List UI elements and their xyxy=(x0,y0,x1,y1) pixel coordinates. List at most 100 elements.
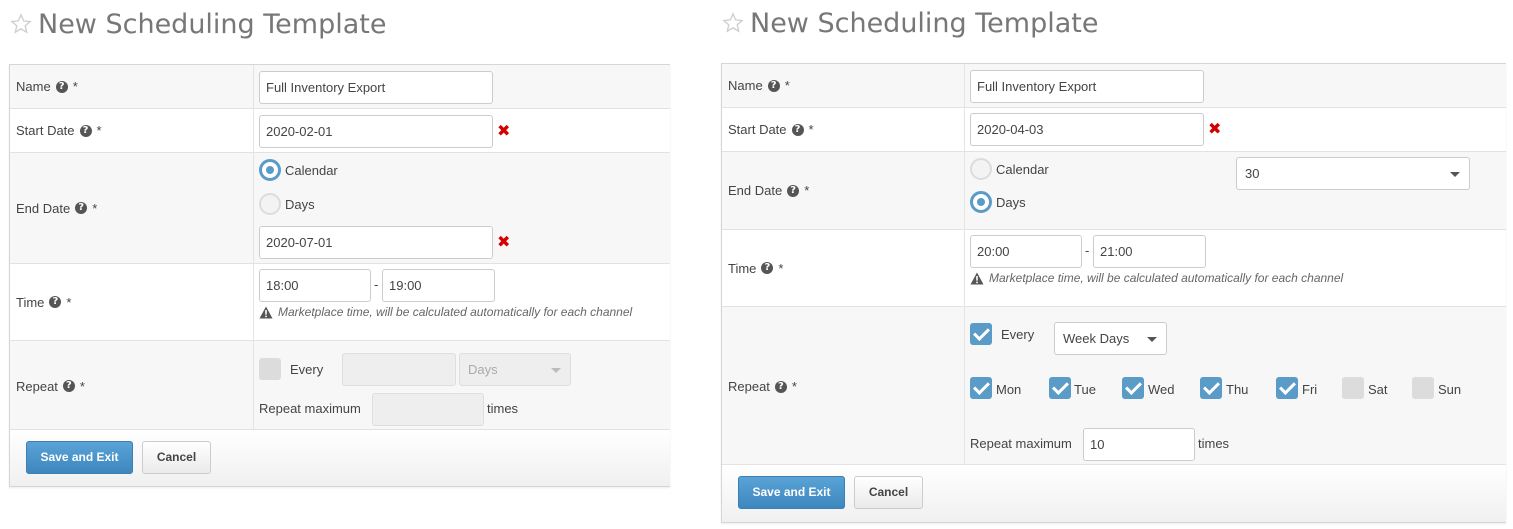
form-footer: Save and Exit Cancel xyxy=(722,464,1506,522)
save-and-exit-button[interactable]: Save and Exit xyxy=(26,441,133,474)
required-mark: * xyxy=(784,78,790,93)
left-panel: New Scheduling Template Name ? * Full In… xyxy=(0,0,670,529)
help-icon[interactable]: ? xyxy=(75,202,88,214)
end-calendar-label: Calendar xyxy=(285,163,338,178)
page-title: New Scheduling Template xyxy=(38,8,387,40)
help-icon[interactable]: ? xyxy=(767,79,780,92)
weekday-label-thu: Thu xyxy=(1226,382,1249,397)
time-note: Marketplace time, will be calculated aut… xyxy=(970,271,1343,285)
end-days-radio[interactable] xyxy=(259,193,281,215)
name-input[interactable]: Full Inventory Export xyxy=(970,70,1204,103)
end-calendar-radio[interactable] xyxy=(259,159,281,181)
weekday-label-sun: Sun xyxy=(1438,382,1462,397)
name-row: Name ? * Full Inventory Export xyxy=(722,64,1506,108)
time-to-input[interactable]: 19:00 xyxy=(382,269,495,302)
chevron-down-icon xyxy=(551,368,561,373)
name-label: Name ? * xyxy=(722,64,965,107)
every-label: Every xyxy=(290,362,324,377)
end-days-label: Days xyxy=(996,195,1026,210)
save-and-exit-button[interactable]: Save and Exit xyxy=(738,476,845,509)
repeat-checkbox[interactable] xyxy=(970,323,992,345)
weekday-checkbox-tue[interactable] xyxy=(1049,377,1071,399)
clear-start-date-icon[interactable]: ✖ xyxy=(497,123,510,139)
time-separator: - xyxy=(1085,243,1090,258)
form-footer: Save and Exit Cancel xyxy=(10,429,670,486)
help-icon[interactable]: ? xyxy=(761,262,774,274)
required-mark: * xyxy=(778,260,784,276)
time-to-input[interactable]: 21:00 xyxy=(1093,235,1206,268)
end-days-select[interactable]: 30 xyxy=(1236,157,1470,190)
name-row: Name ? * Full Inventory Export xyxy=(10,65,670,109)
weekday-checkbox-sat[interactable] xyxy=(1342,377,1364,399)
repeat-checkbox[interactable] xyxy=(259,358,281,380)
weekday-checkbox-mon[interactable] xyxy=(970,377,992,399)
end-calendar-radio[interactable] xyxy=(970,158,992,180)
weekday-label-sat: Sat xyxy=(1368,382,1388,397)
required-mark: * xyxy=(804,183,810,198)
right-panel: New Scheduling Template Name ? * Full In… xyxy=(712,0,1513,529)
page-title: New Scheduling Template xyxy=(750,7,1099,39)
start-date-input[interactable]: 2020-04-03 xyxy=(970,113,1204,146)
schedule-form: Name ? * Full Inventory Export Start Dat… xyxy=(721,63,1506,523)
weekday-label-fri: Fri xyxy=(1302,382,1318,397)
repeat-unit-select[interactable]: Days xyxy=(459,353,571,386)
weekday-checkbox-wed[interactable] xyxy=(1122,377,1144,399)
every-label: Every xyxy=(1001,327,1035,342)
time-row: Time ? * 20:00 - 21:00 Marketplace time,… xyxy=(722,230,1506,307)
time-label: Time ? * xyxy=(10,264,254,340)
required-mark: * xyxy=(92,200,98,216)
weekday-checkbox-sun[interactable] xyxy=(1412,377,1434,399)
repeat-max-input[interactable]: 10 xyxy=(1083,428,1195,461)
cancel-button[interactable]: Cancel xyxy=(142,441,211,474)
every-input[interactable] xyxy=(342,353,456,386)
star-icon[interactable] xyxy=(10,13,32,35)
required-mark: * xyxy=(791,379,797,394)
start-date-input[interactable]: 2020-02-01 xyxy=(259,115,493,148)
required-mark: * xyxy=(808,122,814,137)
weekday-checkbox-thu[interactable] xyxy=(1200,377,1222,399)
repeat-max-label: Repeat maximum xyxy=(259,401,361,416)
star-icon[interactable] xyxy=(722,12,744,34)
required-mark: * xyxy=(79,378,85,394)
help-icon[interactable]: ? xyxy=(774,380,787,393)
times-label: times xyxy=(1198,436,1230,451)
weekday-label-mon: Mon xyxy=(996,382,1022,397)
chevron-down-icon xyxy=(1147,337,1157,342)
name-input[interactable]: Full Inventory Export xyxy=(259,71,493,104)
help-icon[interactable]: ? xyxy=(787,184,800,197)
warning-icon xyxy=(259,306,273,318)
help-icon[interactable]: ? xyxy=(62,380,75,392)
time-row: Time ? * 18:00 - 19:00 Marketplace time,… xyxy=(10,264,670,341)
name-label: Name ? * xyxy=(10,65,254,108)
required-mark: * xyxy=(66,294,72,310)
end-date-row: End Date ? * Calendar Days 2020-07-01 ✖ xyxy=(10,153,670,264)
start-date-label: Start Date ? * xyxy=(722,108,965,151)
page-header: New Scheduling Template xyxy=(10,6,386,42)
end-days-radio[interactable] xyxy=(970,191,992,213)
time-from-input[interactable]: 18:00 xyxy=(259,269,371,302)
repeat-row: Repeat ? * Every Days Repeat maximum tim… xyxy=(10,341,670,431)
repeat-label: Repeat ? * xyxy=(722,307,965,466)
warning-icon xyxy=(970,272,984,284)
weekday-label-tue: Tue xyxy=(1074,382,1096,397)
end-date-input[interactable]: 2020-07-01 xyxy=(259,226,493,259)
clear-end-date-icon[interactable]: ✖ xyxy=(497,234,510,250)
end-date-row: End Date ? * Calendar Days 30 xyxy=(722,152,1506,230)
help-icon[interactable]: ? xyxy=(49,296,62,308)
weekday-checkbox-fri[interactable] xyxy=(1276,377,1298,399)
repeat-unit-select[interactable]: Week Days xyxy=(1054,322,1167,355)
repeat-max-input[interactable] xyxy=(372,393,484,426)
time-label: Time ? * xyxy=(722,230,965,306)
time-from-input[interactable]: 20:00 xyxy=(970,235,1082,268)
start-date-label: Start Date ? * xyxy=(10,109,254,152)
help-icon[interactable]: ? xyxy=(55,80,68,93)
clear-start-date-icon[interactable]: ✖ xyxy=(1208,121,1221,137)
cancel-button[interactable]: Cancel xyxy=(854,476,923,509)
help-icon[interactable]: ? xyxy=(791,123,804,136)
end-date-label: End Date ? * xyxy=(10,153,254,263)
time-note: Marketplace time, will be calculated aut… xyxy=(259,305,632,319)
repeat-label: Repeat ? * xyxy=(10,341,254,431)
start-date-row: Start Date ? * 2020-02-01 ✖ xyxy=(10,109,670,153)
help-icon[interactable]: ? xyxy=(79,124,92,137)
chevron-down-icon xyxy=(1450,172,1460,177)
